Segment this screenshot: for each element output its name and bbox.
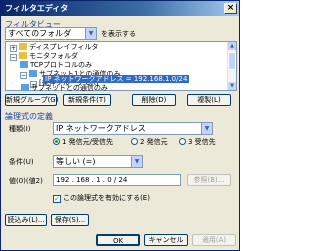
copy-button[interactable]: 複製(L) (187, 94, 231, 106)
tree-item[interactable]: − モニタフォルダ (10, 52, 78, 61)
new-group-button[interactable]: 新規グループ(G) (5, 94, 58, 106)
kind-select-value: IP ネットワークアドレス (56, 124, 146, 133)
filter-editor-dialog: フィルタエディタ × フィルタビュー すべてのフォルダ ▼ を表示する + ディス… (0, 0, 240, 251)
radio-src-input[interactable] (131, 138, 138, 145)
delete-button[interactable]: 削除(D) (132, 94, 176, 106)
ok-button[interactable]: OK (96, 234, 140, 246)
kind-label: 種類(I) (9, 125, 31, 133)
condition-select[interactable]: 等しい (=) ▼ (53, 155, 143, 168)
condition-label: 条件(U) (9, 158, 34, 166)
filter-icon (29, 70, 37, 77)
filter-view-select[interactable]: すべてのフォルダ ▼ (5, 27, 97, 40)
browse-button[interactable]: 参照(B)... (187, 174, 231, 186)
tree-item-selected[interactable]: IP ネットワークアドレス = 192.168.1.0/24 (43, 75, 190, 84)
apply-button[interactable]: 適用(A) (192, 234, 236, 246)
tree-item[interactable]: サブネットとの通信のみ (21, 84, 108, 93)
enable-expression[interactable]: ✓ この論理式を有効にする(E) (53, 193, 150, 203)
folder-icon (19, 52, 27, 59)
condition-select-value: 等しい (=) (56, 157, 96, 166)
logic-group-label: 論理式の定義 (5, 112, 53, 121)
show-label: を表示する (101, 30, 136, 38)
load-button[interactable]: 読込み(L)... (5, 214, 47, 226)
enable-checkbox[interactable]: ✓ (53, 195, 61, 203)
chevron-down-icon: ▼ (131, 156, 142, 167)
close-button[interactable]: × (224, 3, 237, 14)
cancel-button[interactable]: キャンセル (144, 234, 188, 246)
new-condition-button[interactable]: 新規条件(T) (63, 94, 111, 106)
scroll-down-icon[interactable]: ▼ (228, 82, 236, 90)
value-label: 値(0)(値2) (9, 177, 43, 185)
radio-src-dst[interactable]: 1 発信元/受信先 (53, 137, 113, 147)
chevron-down-icon: ▼ (201, 123, 212, 134)
expand-icon[interactable]: + (10, 45, 17, 52)
window-title: フィルタエディタ (5, 4, 69, 13)
folder-icon (19, 43, 27, 50)
kind-select[interactable]: IP ネットワークアドレス ▼ (53, 122, 213, 135)
radio-dst-input[interactable] (179, 138, 186, 145)
title-bar: フィルタエディタ × (1, 1, 239, 16)
tree-item[interactable]: + ディスプレイフィルタ (10, 43, 98, 52)
scroll-thumb[interactable] (228, 52, 236, 70)
radio-src[interactable]: 2 発信元 (131, 137, 168, 147)
scroll-up-icon[interactable]: ▲ (228, 42, 236, 50)
tree-item[interactable]: TCPプロトコルのみ (20, 61, 92, 70)
radio-src-dst-input[interactable] (53, 138, 60, 145)
value-input[interactable]: 192 . 168 . 1 . 0 / 24 (53, 174, 181, 186)
tree-scrollbar[interactable]: ▲ ▼ (227, 42, 236, 90)
collapse-icon[interactable]: − (10, 54, 17, 61)
collapse-icon[interactable]: − (20, 72, 27, 79)
save-button[interactable]: 保存(S)... (51, 214, 89, 226)
filter-icon (21, 84, 29, 91)
filter-icon (20, 61, 28, 68)
chevron-down-icon: ▼ (85, 28, 96, 39)
filter-view-select-value: すべてのフォルダ (8, 29, 72, 38)
radio-dst[interactable]: 3 受信先 (179, 137, 216, 147)
